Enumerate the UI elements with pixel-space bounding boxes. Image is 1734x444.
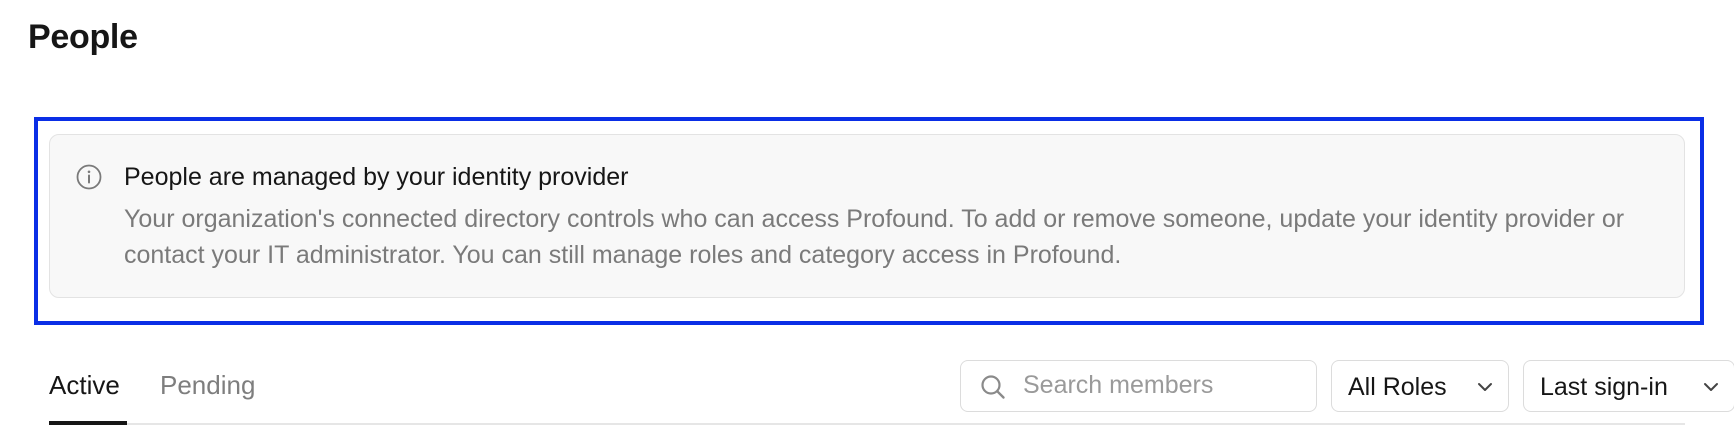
notice-title: People are managed by your identity prov…	[124, 163, 629, 191]
identity-provider-notice: People are managed by your identity prov…	[49, 134, 1685, 298]
search-box[interactable]	[960, 360, 1317, 412]
info-icon	[76, 164, 102, 190]
sort-label: Last sign-in	[1540, 373, 1668, 401]
tabs-divider	[49, 423, 1685, 425]
active-tab-indicator	[49, 421, 127, 425]
tabs-toolbar: Active Pending All Roles Last sign-in	[49, 355, 1734, 427]
tab-active[interactable]: Active	[49, 370, 120, 401]
roles-filter-dropdown[interactable]: All Roles	[1331, 360, 1509, 412]
search-icon	[979, 373, 1007, 401]
chevron-down-icon	[1475, 377, 1495, 397]
page-title: People	[28, 18, 138, 56]
roles-filter-label: All Roles	[1348, 373, 1447, 401]
search-input[interactable]	[1023, 361, 1303, 410]
sort-dropdown[interactable]: Last sign-in	[1523, 360, 1734, 412]
tab-pending[interactable]: Pending	[160, 370, 255, 401]
notice-body: Your organization's connected directory …	[124, 205, 1625, 269]
chevron-down-icon	[1701, 377, 1721, 397]
